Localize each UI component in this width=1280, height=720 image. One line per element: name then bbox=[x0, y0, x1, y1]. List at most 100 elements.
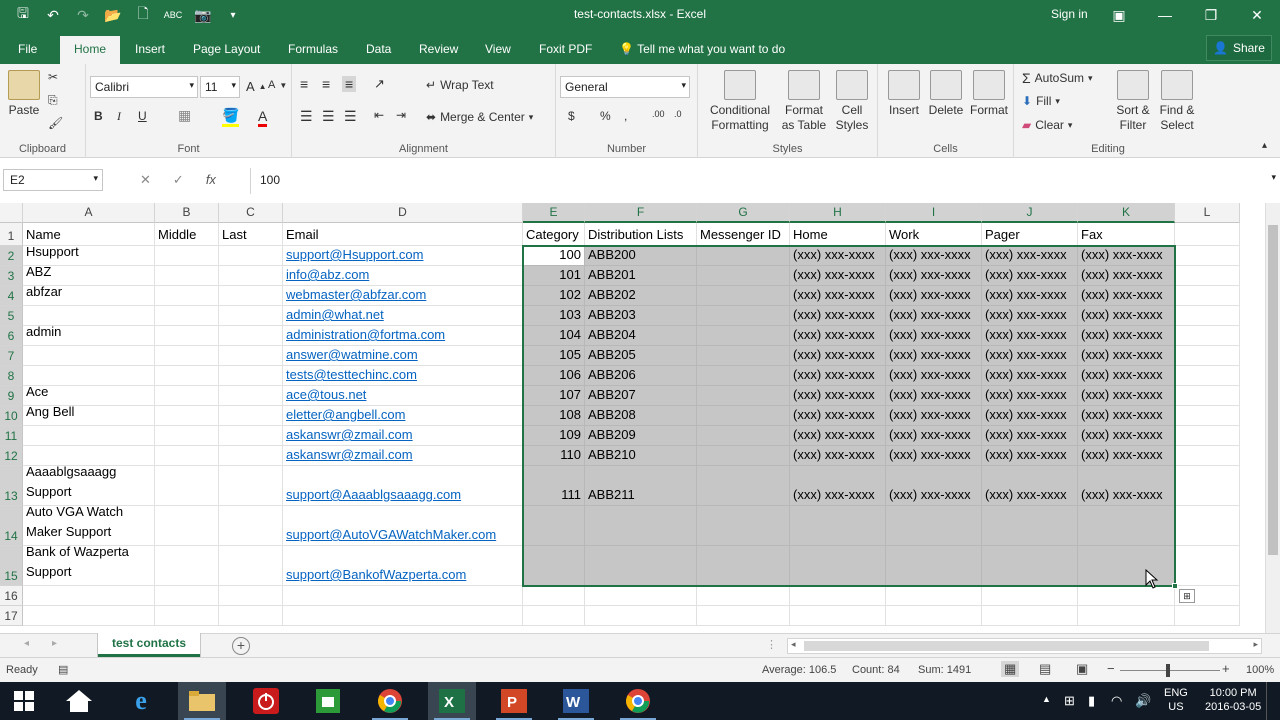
cell-f13[interactable]: ABB211 bbox=[585, 466, 697, 506]
orientation-icon[interactable]: ↗ bbox=[374, 76, 385, 92]
cell-g6[interactable] bbox=[697, 326, 790, 346]
column-header-l[interactable]: L bbox=[1175, 203, 1240, 223]
cell-i8[interactable]: (xxx) xxx-xxxx bbox=[886, 366, 982, 386]
cell-e15[interactable] bbox=[523, 546, 585, 586]
cell-g13[interactable] bbox=[697, 466, 790, 506]
cell-e8[interactable]: 106 bbox=[523, 366, 585, 386]
tray-overflow-icon[interactable]: ▲ bbox=[1042, 694, 1051, 720]
tab-formulas[interactable]: Formulas bbox=[282, 36, 344, 64]
cell-e14[interactable] bbox=[523, 506, 585, 546]
cell-i3[interactable]: (xxx) xxx-xxxx bbox=[886, 266, 982, 286]
cell-f2[interactable]: ABB200 bbox=[585, 246, 697, 266]
cell-l17[interactable] bbox=[1175, 606, 1240, 626]
cell-h15[interactable] bbox=[790, 546, 886, 586]
cell-i4[interactable]: (xxx) xxx-xxxx bbox=[886, 286, 982, 306]
borders-icon[interactable]: ▦ bbox=[178, 107, 191, 124]
sign-in-link[interactable]: Sign in bbox=[1051, 7, 1088, 21]
cell-i1[interactable]: Work bbox=[886, 223, 982, 246]
cell-b6[interactable] bbox=[155, 326, 219, 346]
cell-l8[interactable] bbox=[1175, 366, 1240, 386]
font-color-icon[interactable]: A bbox=[258, 107, 268, 127]
paste-button[interactable]: Paste bbox=[6, 70, 42, 118]
row-header-11[interactable]: 11 bbox=[0, 426, 23, 446]
volume-icon[interactable]: 🔊 bbox=[1135, 693, 1151, 720]
cell-c2[interactable] bbox=[219, 246, 283, 266]
powerpoint-taskbar-icon[interactable]: P bbox=[490, 682, 538, 720]
cell-l12[interactable] bbox=[1175, 446, 1240, 466]
row-header-8[interactable]: 8 bbox=[0, 366, 23, 386]
cell-a15[interactable]: Bank of Wazperta Support bbox=[23, 544, 155, 586]
cell-h2[interactable]: (xxx) xxx-xxxx bbox=[790, 246, 886, 266]
column-header-f[interactable]: F bbox=[585, 203, 697, 223]
cell-k11[interactable]: (xxx) xxx-xxxx bbox=[1078, 426, 1175, 446]
macro-record-icon[interactable]: ▤ bbox=[58, 663, 68, 676]
align-center-icon[interactable]: ☰ bbox=[322, 108, 335, 125]
delete-cells-button[interactable]: Delete bbox=[926, 70, 966, 118]
font-name-select[interactable]: Calibri ▾ bbox=[90, 76, 198, 98]
cell-h13[interactable]: (xxx) xxx-xxxx bbox=[790, 466, 886, 506]
cell-b2[interactable] bbox=[155, 246, 219, 266]
cell-l6[interactable] bbox=[1175, 326, 1240, 346]
cell-c13[interactable] bbox=[219, 466, 283, 506]
expand-formula-icon[interactable]: ▾ bbox=[1271, 172, 1276, 183]
minimize-icon[interactable]: — bbox=[1142, 0, 1188, 30]
row-header-6[interactable]: 6 bbox=[0, 326, 23, 346]
cell-f17[interactable] bbox=[585, 606, 697, 626]
cell-h12[interactable]: (xxx) xxx-xxxx bbox=[790, 446, 886, 466]
column-header-g[interactable]: G bbox=[697, 203, 790, 223]
cell-e7[interactable]: 105 bbox=[523, 346, 585, 366]
cell-j13[interactable]: (xxx) xxx-xxxx bbox=[982, 466, 1078, 506]
tab-file[interactable]: File bbox=[12, 36, 43, 64]
cell-l2[interactable] bbox=[1175, 246, 1240, 266]
cell-h17[interactable] bbox=[790, 606, 886, 626]
cell-f4[interactable]: ABB202 bbox=[585, 286, 697, 306]
cell-g8[interactable] bbox=[697, 366, 790, 386]
cut-icon[interactable]: ✂ bbox=[48, 70, 58, 84]
cell-d17[interactable] bbox=[283, 606, 523, 626]
cancel-icon[interactable]: ✕ bbox=[140, 172, 151, 188]
copy-icon[interactable]: ⎘ bbox=[48, 93, 58, 108]
tab-view[interactable]: View bbox=[479, 36, 517, 64]
cell-f8[interactable]: ABB206 bbox=[585, 366, 697, 386]
internet-explorer-icon[interactable]: e bbox=[117, 682, 165, 720]
cell-h5[interactable]: (xxx) xxx-xxxx bbox=[790, 306, 886, 326]
tab-page-layout[interactable]: Page Layout bbox=[187, 36, 266, 64]
cell-g9[interactable] bbox=[697, 386, 790, 406]
share-button[interactable]: 👤 Share bbox=[1206, 35, 1272, 61]
sheet-tab-test-contacts[interactable]: test contacts bbox=[98, 633, 200, 657]
horizontal-scroll-thumb[interactable] bbox=[804, 641, 1209, 651]
spreadsheet-grid[interactable]: A B C D E F G H I J K L 1 Name Middle Last Email Category… bbox=[0, 203, 1265, 633]
word-taskbar-icon[interactable]: W bbox=[552, 682, 600, 720]
zoom-out-icon[interactable]: − bbox=[1107, 661, 1115, 676]
cell-c5[interactable] bbox=[219, 306, 283, 326]
cell-d6[interactable]: administration@fortma.com bbox=[283, 326, 523, 346]
cell-h11[interactable]: (xxx) xxx-xxxx bbox=[790, 426, 886, 446]
cell-d2[interactable]: support@Hsupport.com bbox=[283, 246, 523, 266]
battery-icon[interactable]: ▮ bbox=[1088, 693, 1095, 720]
cell-d16[interactable] bbox=[283, 586, 523, 606]
cell-h10[interactable]: (xxx) xxx-xxxx bbox=[790, 406, 886, 426]
cell-b4[interactable] bbox=[155, 286, 219, 306]
cell-d5[interactable]: admin@what.net bbox=[283, 306, 523, 326]
cell-a6[interactable]: admin bbox=[23, 324, 155, 346]
cell-l14[interactable] bbox=[1175, 506, 1240, 546]
column-header-j[interactable]: J bbox=[982, 203, 1078, 223]
cell-l7[interactable] bbox=[1175, 346, 1240, 366]
cell-a13[interactable]: Aaaablgsaaagg Support bbox=[23, 464, 155, 506]
cell-d3[interactable]: info@abz.com bbox=[283, 266, 523, 286]
cell-k1[interactable]: Fax bbox=[1078, 223, 1175, 246]
fill-button[interactable]: ⬇ Fill ▾ bbox=[1022, 94, 1060, 108]
cell-e3[interactable]: 101 bbox=[523, 266, 585, 286]
cell-h14[interactable] bbox=[790, 506, 886, 546]
cell-i2[interactable]: (xxx) xxx-xxxx bbox=[886, 246, 982, 266]
cell-c9[interactable] bbox=[219, 386, 283, 406]
select-all-corner[interactable] bbox=[0, 203, 23, 223]
font-size-select[interactable]: 11 ▾ bbox=[200, 76, 240, 98]
cell-k10[interactable]: (xxx) xxx-xxxx bbox=[1078, 406, 1175, 426]
align-top-icon[interactable]: ≡ bbox=[300, 76, 308, 92]
insert-function-icon[interactable]: fx bbox=[206, 172, 216, 188]
fill-color-icon[interactable]: 🪣 bbox=[222, 107, 240, 127]
cell-l5[interactable] bbox=[1175, 306, 1240, 326]
clear-button[interactable]: ▰ Clear ▾ bbox=[1022, 118, 1072, 132]
row-header-17[interactable]: 17 bbox=[0, 606, 23, 626]
